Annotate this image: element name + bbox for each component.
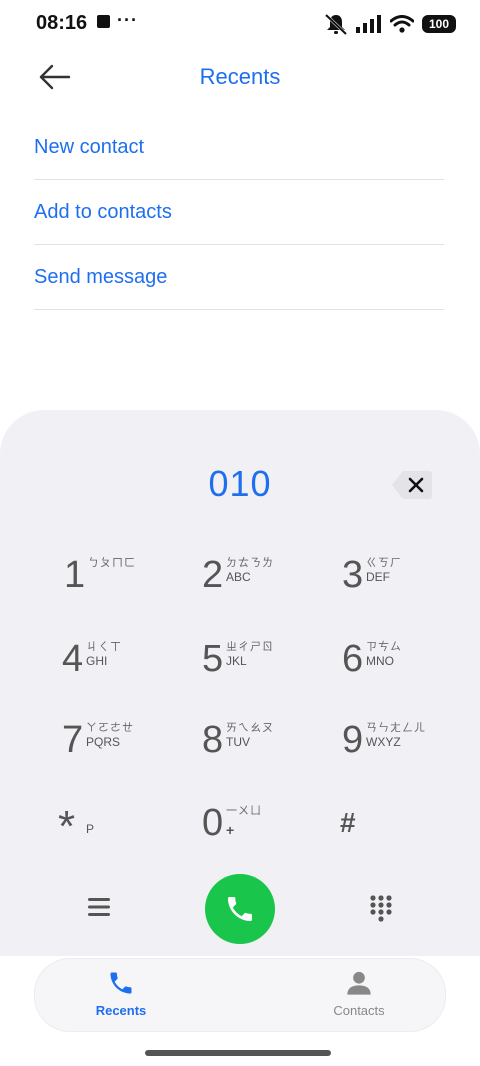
menu-icon[interactable] — [86, 895, 112, 919]
key-letters: ABC — [226, 570, 251, 584]
key-letters: WXYZ — [366, 735, 401, 749]
key-zhuyin: ㄞㄟㄠㄡ — [226, 722, 274, 734]
key-digit: 0 — [202, 802, 224, 844]
page-title: Recents — [199, 64, 281, 89]
key-digit: * — [58, 802, 76, 851]
key-sub: P — [86, 822, 95, 836]
key-zhuyin: ㄉㄊㄋㄌ — [226, 557, 274, 569]
key-zhuyin: ㄢㄣㄤㄥㄦ — [366, 722, 426, 734]
key-digit: 1 — [64, 554, 86, 596]
status-bar: 08:16 ··· 100 — [0, 0, 480, 48]
more-notifications-icon: ··· — [117, 10, 138, 30]
keypad-icon[interactable] — [366, 893, 396, 923]
notification-square-icon — [97, 15, 110, 28]
tab-contacts-label: Contacts — [333, 1003, 385, 1018]
action-list: New contact Add to contacts Send message — [34, 115, 444, 310]
key-zhuyin: ㄓㄔㄕㄖ — [226, 641, 274, 653]
battery-icon: 100 — [422, 15, 456, 33]
status-icons: 100 — [324, 12, 456, 36]
key-digit: 2 — [202, 554, 224, 596]
key-2[interactable]: 2 ㄉㄊㄋㄌ ABC — [202, 548, 292, 602]
phone-icon — [110, 972, 132, 994]
key-zhuyin: ㄚㄛㄜㄝ — [86, 722, 134, 734]
key-3[interactable]: 3 ㄍㄎㄏ DEF — [342, 548, 432, 602]
key-digit: 8 — [202, 719, 224, 761]
key-digit: 3 — [342, 554, 364, 596]
wifi-icon — [390, 15, 414, 33]
home-indicator[interactable] — [145, 1050, 331, 1056]
key-letters: JKL — [226, 654, 247, 668]
key-4[interactable]: 4 ㄐㄑㄒ GHI — [62, 632, 152, 686]
backspace-icon[interactable] — [391, 469, 433, 501]
key-9[interactable]: 9 ㄢㄣㄤㄥㄦ WXYZ — [342, 713, 438, 767]
key-5[interactable]: 5 ㄓㄔㄕㄖ JKL — [202, 632, 292, 686]
key-star[interactable]: * P — [58, 796, 148, 851]
key-letters: MNO — [366, 654, 394, 668]
key-7[interactable]: 7 ㄚㄛㄜㄝ PQRS — [62, 713, 152, 767]
key-letters: DEF — [366, 570, 390, 584]
key-zhuyin: 一ㄨㄩ — [226, 805, 262, 817]
person-icon — [347, 971, 371, 995]
muted-bell-icon — [324, 13, 348, 35]
key-digit: 5 — [202, 638, 224, 680]
key-digit: 6 — [342, 638, 364, 680]
signal-icon — [356, 15, 381, 33]
new-contact-button[interactable]: New contact — [34, 115, 444, 180]
key-zhuyin: ㄗㄘㄙ — [366, 641, 402, 653]
key-hash[interactable]: # — [340, 796, 400, 850]
key-zhuyin: ㄅㄆㄇㄈ — [88, 557, 136, 569]
call-button[interactable] — [205, 874, 275, 944]
key-zhuyin: ㄍㄎㄏ — [366, 557, 402, 569]
key-digit: # — [340, 807, 356, 838]
key-zhuyin: ㄐㄑㄒ — [86, 641, 122, 653]
key-letters: TUV — [226, 735, 250, 749]
key-0[interactable]: 0 一ㄨㄩ + — [202, 796, 292, 850]
key-8[interactable]: 8 ㄞㄟㄠㄡ TUV — [202, 713, 292, 767]
key-letters: GHI — [86, 654, 108, 668]
key-digit: 4 — [62, 638, 84, 680]
key-1[interactable]: 1 ㄅㄆㄇㄈ — [64, 548, 154, 602]
status-time: 08:16 — [36, 12, 88, 34]
add-to-contacts-button[interactable]: Add to contacts — [34, 180, 444, 245]
key-digit: 9 — [342, 719, 364, 761]
key-digit: 7 — [62, 719, 84, 761]
bottom-nav: Recents Contacts — [34, 958, 446, 1032]
tab-contacts[interactable]: Contacts — [289, 967, 429, 1023]
tab-recents[interactable]: Recents — [51, 967, 191, 1023]
phone-icon — [228, 897, 252, 921]
key-sub: + — [226, 822, 235, 838]
key-letters: PQRS — [86, 735, 121, 749]
key-6[interactable]: 6 ㄗㄘㄙ MNO — [342, 632, 432, 686]
tab-recents-label: Recents — [95, 1003, 147, 1018]
send-message-button[interactable]: Send message — [34, 245, 444, 310]
